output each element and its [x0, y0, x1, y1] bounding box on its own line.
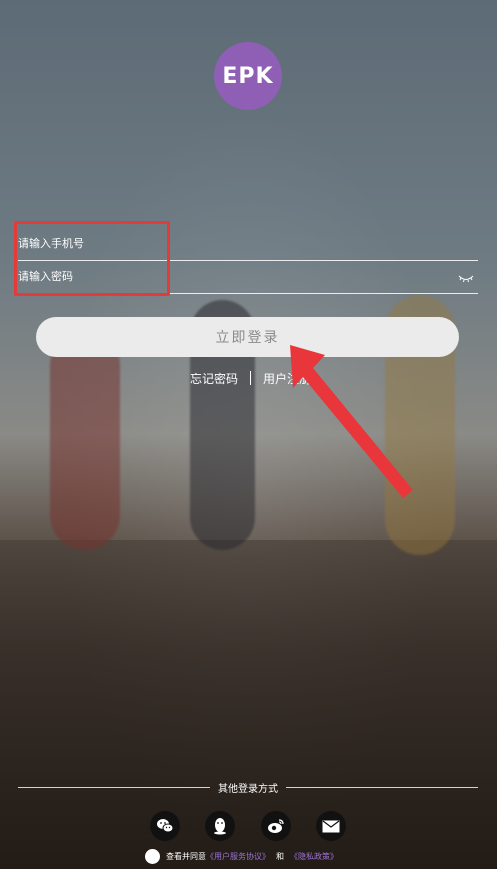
wechat-icon [157, 819, 174, 833]
app-logo: EPK [214, 42, 282, 110]
runner-silhouette [50, 330, 120, 550]
agreement-and: 和 [276, 852, 284, 861]
other-login-divider: 其他登录方式 [18, 780, 478, 795]
other-login-title: 其他登录方式 [218, 784, 278, 795]
eye-closed-icon[interactable] [458, 269, 474, 283]
annotation-highlight-box [14, 221, 170, 296]
user-agreement-link[interactable]: 《用户服务协议》 [206, 851, 270, 862]
annotation-arrow-icon [290, 345, 413, 498]
social-login-buttons [150, 811, 346, 841]
agreement-row: 查看并同意 《用户服务协议》 和 《隐私政策》 [145, 849, 338, 864]
weibo-login-button[interactable] [260, 811, 291, 841]
mail-login-button[interactable] [315, 811, 346, 841]
agree-radio[interactable] [145, 849, 160, 864]
mail-icon [322, 820, 340, 832]
divider-line [286, 787, 478, 788]
forgot-password-link[interactable]: 忘记密码 [190, 370, 238, 387]
agreement-prefix: 查看并同意 [166, 852, 206, 861]
divider-line [18, 787, 210, 788]
weibo-icon [267, 819, 284, 833]
qq-icon [214, 818, 227, 835]
wechat-login-button[interactable] [150, 811, 180, 841]
privacy-policy-link[interactable]: 《隐私政策》 [290, 851, 338, 862]
logo-text: EPK [222, 63, 274, 89]
link-divider [250, 371, 252, 385]
qq-login-button[interactable] [205, 811, 236, 841]
